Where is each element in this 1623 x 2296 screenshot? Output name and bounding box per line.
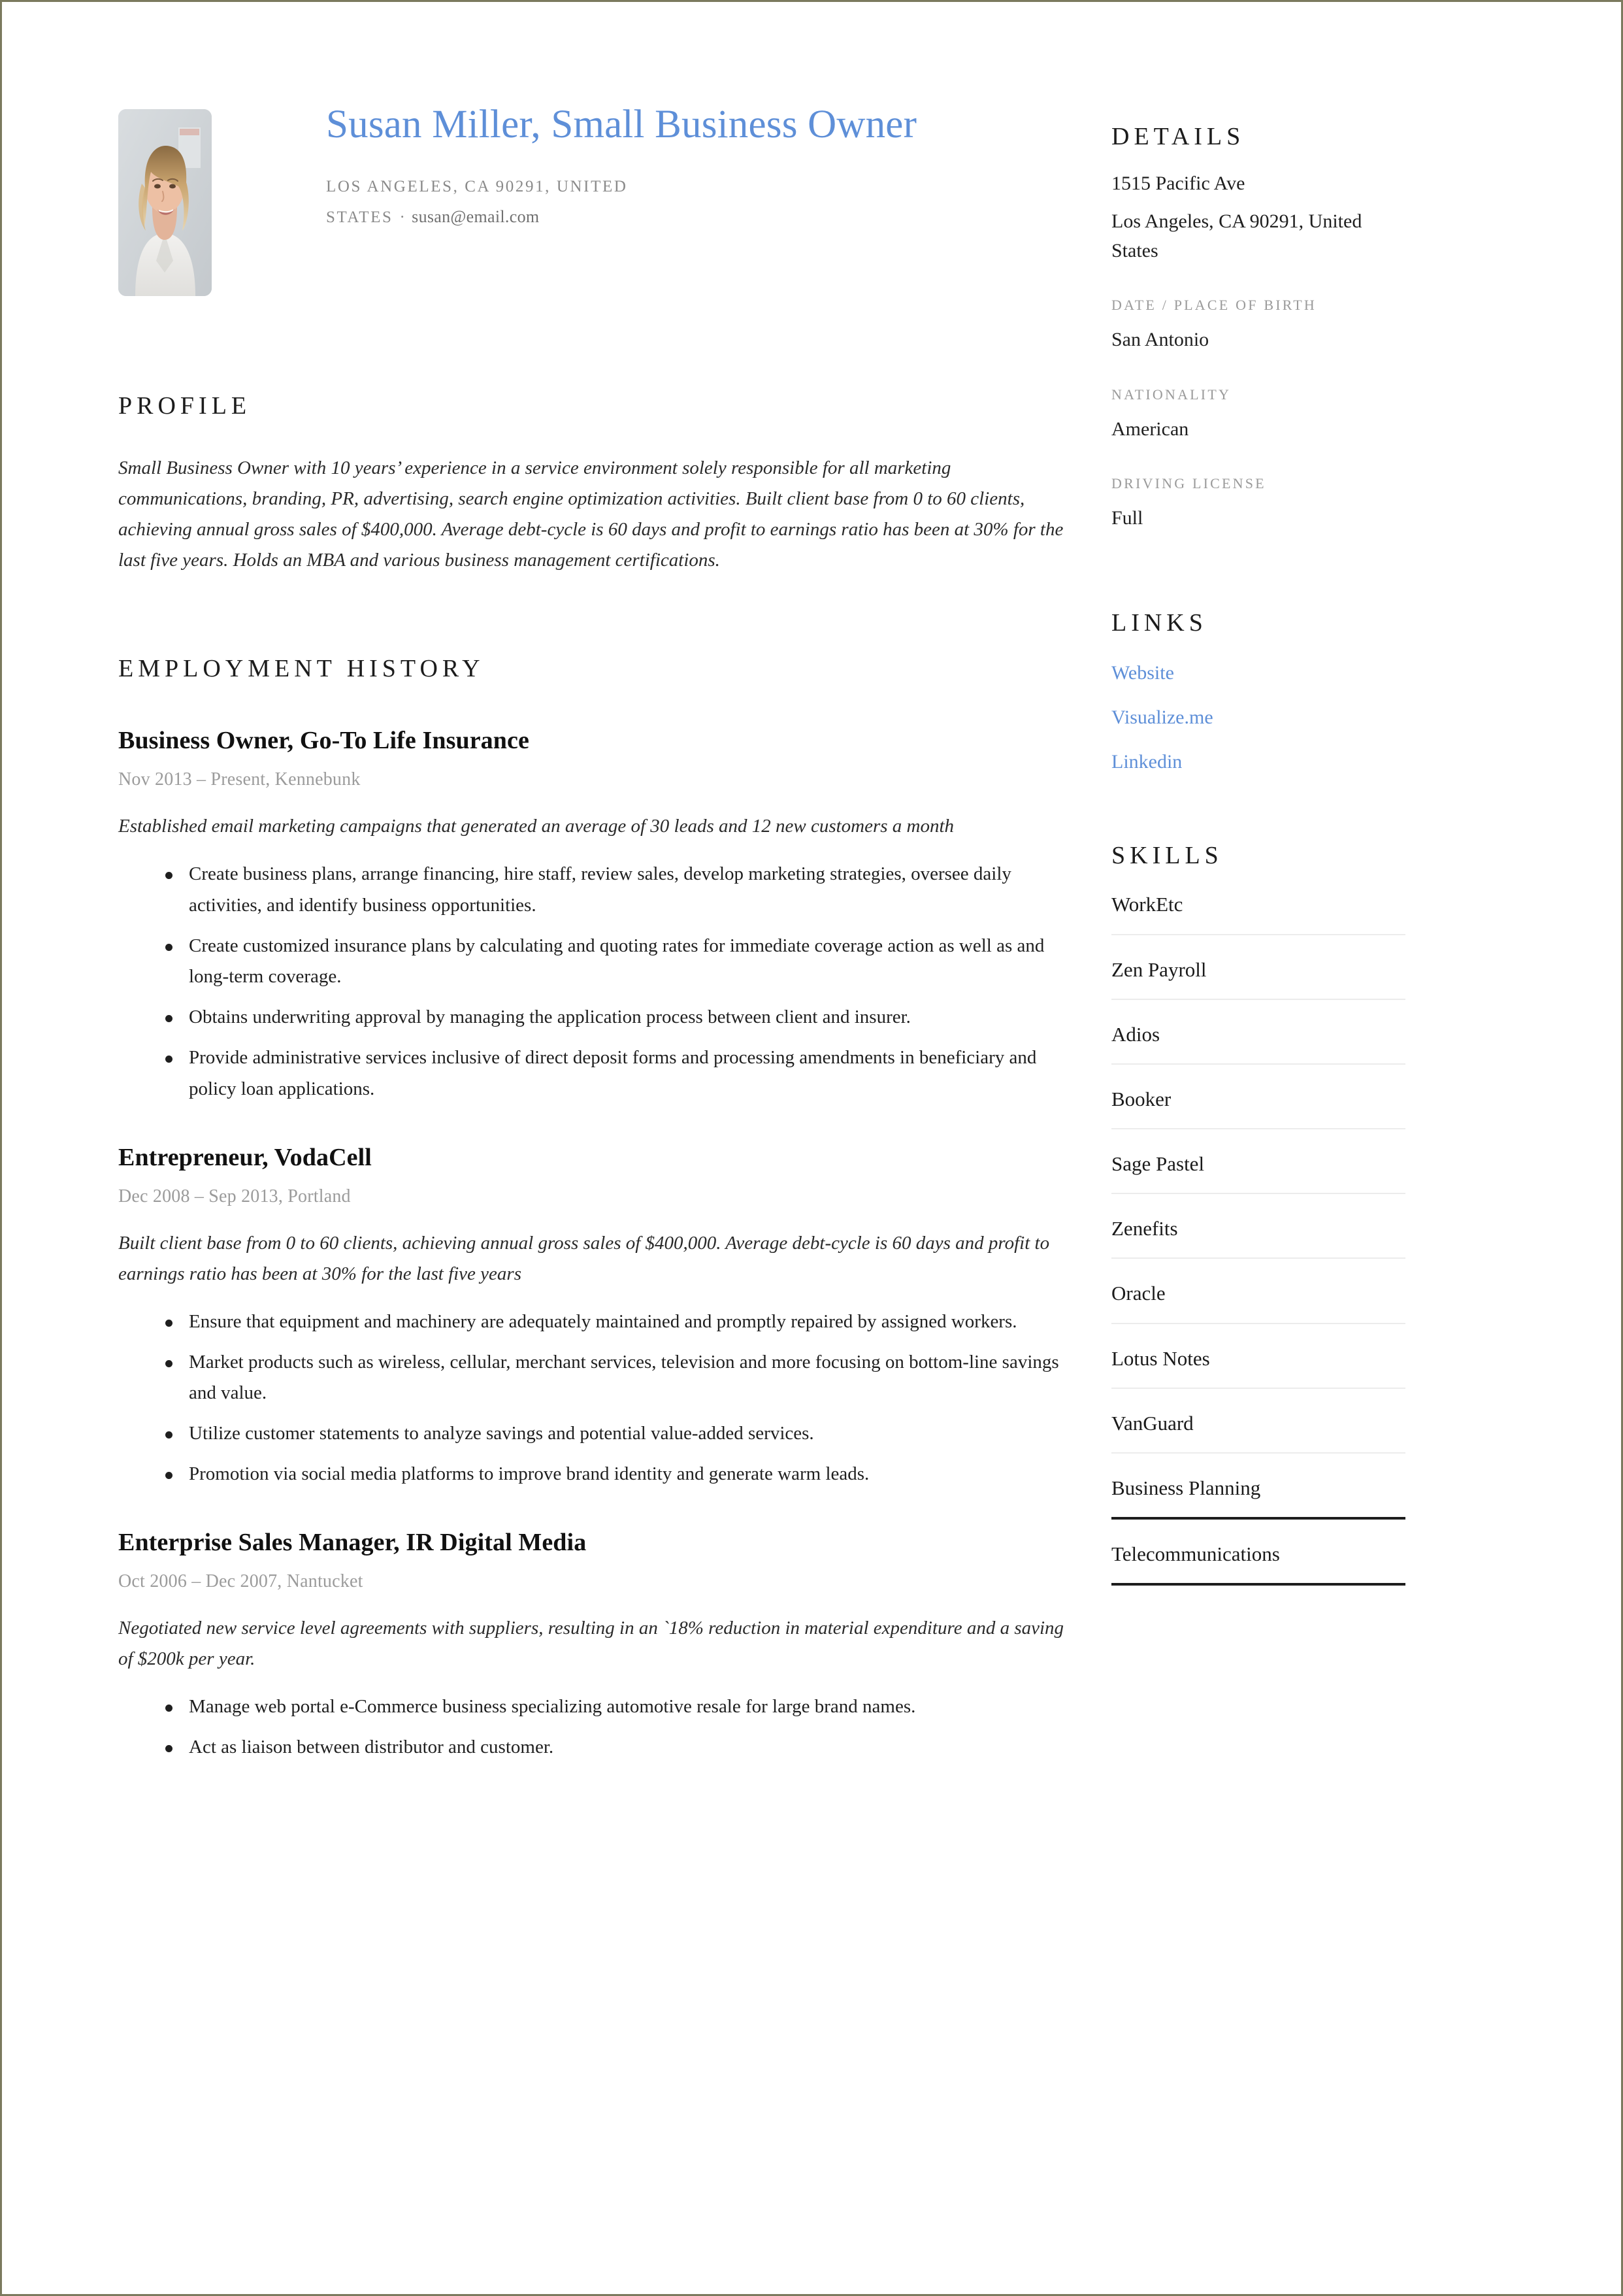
job-bullet: Obtains underwriting approval by managin…	[165, 1002, 1085, 1033]
skills-section: SKILLS WorkEtc Zen Payroll Adios Booker …	[1111, 841, 1405, 1586]
main-column: Susan Miller, Small Business Owner LOS A…	[118, 100, 1111, 1772]
driving-license-label: DRIVING LICENSE	[1111, 474, 1266, 491]
avatar	[118, 109, 212, 296]
nationality-value: American	[1111, 418, 1189, 440]
resume-page: Susan Miller, Small Business Owner LOS A…	[0, 0, 1623, 2296]
job-bullet: Create business plans, arrange financing…	[165, 859, 1085, 922]
profile-text: Small Business Owner with 10 years’ expe…	[118, 458, 1064, 571]
job-bullet: Market products such as wireless, cellul…	[165, 1347, 1085, 1410]
profile-section: PROFILE Small Business Owner with 10 yea…	[118, 391, 1085, 576]
job-meta: Oct 2006 – Dec 2007, Nantucket	[118, 1571, 363, 1591]
links-heading: LINKS	[1111, 609, 1207, 637]
skill-name: Zen Payroll	[1111, 957, 1207, 981]
job-bullet-list: Create business plans, arrange financing…	[118, 859, 1085, 1105]
skill-row: Lotus Notes	[1111, 1324, 1405, 1389]
skill-row: WorkEtc	[1111, 870, 1405, 935]
link-website[interactable]: Website	[1111, 662, 1405, 684]
job-bullet: Provide administrative services inclusiv…	[165, 1042, 1085, 1105]
job-meta: Dec 2008 – Sep 2013, Portland	[118, 1186, 351, 1206]
job-bullet-list: Ensure that equipment and machinery are …	[118, 1306, 1085, 1490]
skill-name: Booker	[1111, 1087, 1172, 1110]
skill-name: Telecommunications	[1111, 1542, 1280, 1566]
skill-row: Telecommunications	[1111, 1520, 1405, 1586]
address-line-1: 1515 Pacific Ave	[1111, 173, 1245, 194]
page-title: Susan Miller, Small Business Owner	[326, 103, 917, 146]
header-text-block: Susan Miller, Small Business Owner LOS A…	[326, 100, 917, 232]
job-bullet: Act as liaison between distributor and c…	[165, 1732, 1085, 1763]
job-title: Business Owner, Go-To Life Insurance	[118, 726, 529, 754]
portrait-photo-icon	[118, 109, 212, 296]
dob-label: DATE / PLACE OF BIRTH	[1111, 297, 1317, 314]
skills-heading: SKILLS	[1111, 842, 1223, 870]
job-title: Enterprise Sales Manager, IR Digital Med…	[118, 1528, 587, 1556]
skill-name: Lotus Notes	[1111, 1346, 1210, 1370]
contact-line: LOS ANGELES, CA 90291, UNITED STATES · sus…	[326, 173, 731, 232]
job-bullet: Promotion via social media platforms to …	[165, 1459, 1085, 1490]
skill-row: Zenefits	[1111, 1194, 1405, 1259]
dob-value: San Antonio	[1111, 329, 1209, 351]
resume-sheet: Susan Miller, Small Business Owner LOS A…	[2, 2, 1621, 2294]
job-bullet-list: Manage web portal e-Commerce business sp…	[118, 1691, 1085, 1763]
job-meta: Nov 2013 – Present, Kennebunk	[118, 769, 361, 790]
details-section: DETAILS 1515 Pacific Ave Los Angeles, CA…	[1111, 122, 1405, 533]
job-bullet: Manage web portal e-Commerce business sp…	[165, 1691, 1085, 1723]
job-bullet: Create customized insurance plans by cal…	[165, 931, 1085, 993]
contact-separator: ·	[399, 208, 406, 226]
skill-name: WorkEtc	[1111, 893, 1183, 916]
resume-header: Susan Miller, Small Business Owner LOS A…	[118, 100, 1085, 296]
job-title: Entrepreneur, VodaCell	[118, 1143, 372, 1171]
job-entry: Entrepreneur, VodaCell Dec 2008 – Sep 20…	[118, 1143, 1085, 1490]
link-visualize-me[interactable]: Visualize.me	[1111, 707, 1405, 729]
skill-name: Business Planning	[1111, 1476, 1261, 1500]
details-heading: DETAILS	[1111, 123, 1245, 150]
job-description: Built client base from 0 to 60 clients, …	[118, 1232, 1050, 1284]
job-description: Established email marketing campaigns th…	[118, 815, 955, 837]
job-bullet: Utilize customer statements to analyze s…	[165, 1418, 1085, 1450]
driving-license-value: Full	[1111, 507, 1143, 529]
links-section: LINKS Website Visualize.me Linkedin	[1111, 608, 1405, 773]
job-description: Negotiated new service level agreements …	[118, 1617, 1064, 1669]
skill-name: Oracle	[1111, 1282, 1166, 1305]
skill-name: VanGuard	[1111, 1411, 1194, 1435]
skill-row: Zen Payroll	[1111, 935, 1405, 1000]
skill-row: Booker	[1111, 1065, 1405, 1130]
skill-row: Sage Pastel	[1111, 1129, 1405, 1195]
contact-email[interactable]: susan@email.com	[412, 207, 539, 226]
skill-row: Adios	[1111, 1000, 1405, 1065]
link-linkedin[interactable]: Linkedin	[1111, 751, 1405, 773]
job-entry: Business Owner, Go-To Life Insurance Nov…	[118, 726, 1085, 1105]
address-line-2: Los Angeles, CA 90291, United States	[1111, 210, 1362, 261]
employment-section: EMPLOYMENT HISTORY Business Owner, Go-To…	[118, 654, 1085, 1763]
nationality-label: NATIONALITY	[1111, 386, 1232, 403]
skill-row: VanGuard	[1111, 1389, 1405, 1454]
skill-name: Adios	[1111, 1022, 1160, 1046]
job-entry: Enterprise Sales Manager, IR Digital Med…	[118, 1528, 1085, 1763]
job-bullet: Ensure that equipment and machinery are …	[165, 1306, 1085, 1338]
profile-heading: PROFILE	[118, 392, 252, 420]
employment-heading: EMPLOYMENT HISTORY	[118, 654, 485, 682]
skill-row: Business Planning	[1111, 1454, 1405, 1520]
skill-row: Oracle	[1111, 1259, 1405, 1324]
skill-name: Sage Pastel	[1111, 1152, 1205, 1176]
skill-name: Zenefits	[1111, 1217, 1178, 1240]
sidebar-column: DETAILS 1515 Pacific Ave Los Angeles, CA…	[1111, 100, 1405, 1586]
